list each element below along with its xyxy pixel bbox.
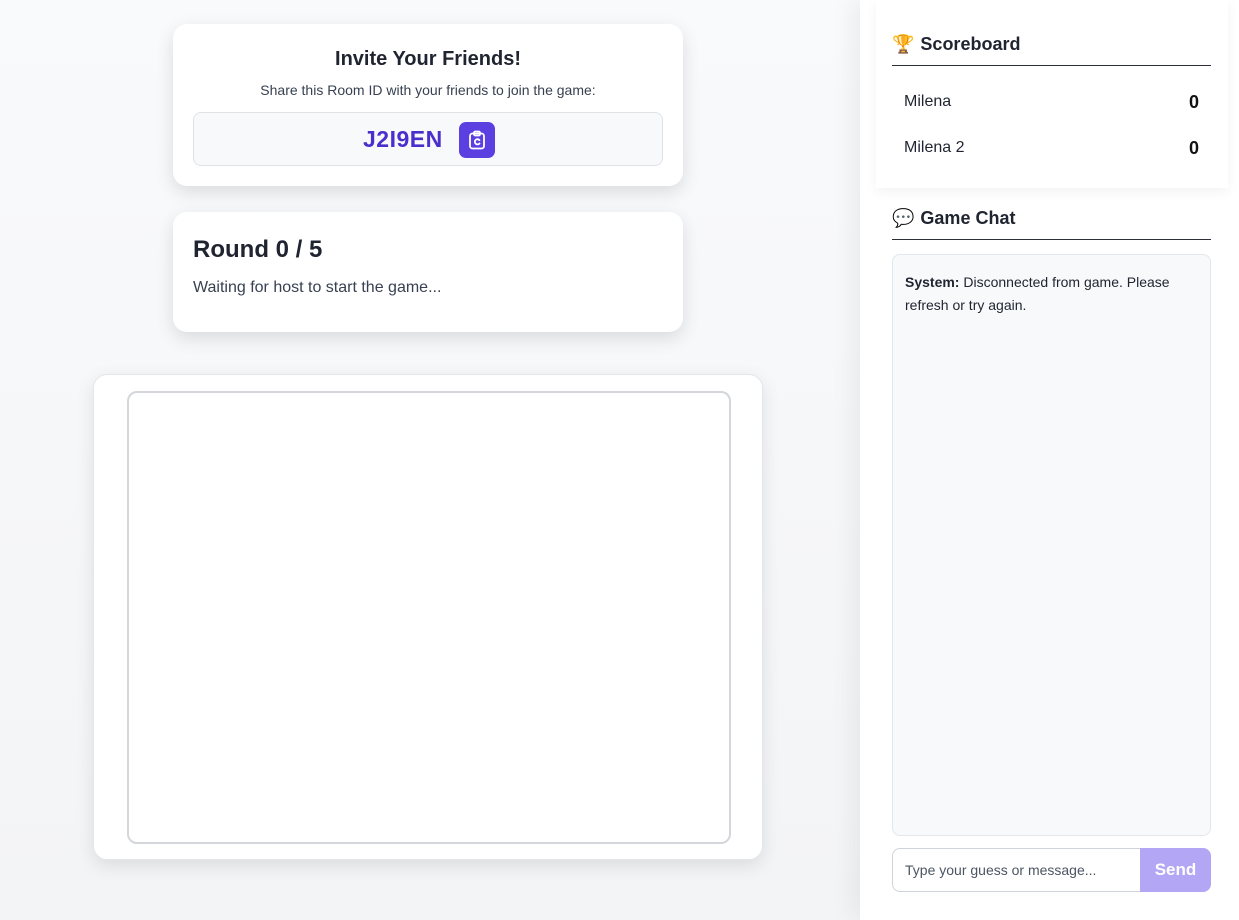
invite-card: Invite Your Friends! Share this Room ID … [173, 24, 683, 186]
chat-input[interactable] [892, 848, 1140, 892]
scoreboard-panel: 🏆 Scoreboard Milena 0 Milena 2 0 [876, 0, 1228, 188]
player-name: Milena [904, 93, 952, 110]
chat-message-sender: System: [905, 274, 960, 290]
invite-subtitle: Share this Room ID with your friends to … [260, 82, 596, 98]
score-row: Milena 2 0 [904, 136, 1199, 160]
invite-title: Invite Your Friends! [335, 48, 521, 70]
chat-title: Game Chat [920, 208, 1016, 228]
score-row: Milena 0 [904, 90, 1199, 114]
clipboard-icon [469, 130, 485, 150]
player-score: 0 [1188, 137, 1199, 158]
scoreboard-header: 🏆 Scoreboard [892, 34, 1211, 66]
chat-header: 💬 Game Chat [892, 208, 1211, 240]
send-button[interactable]: Send [1140, 848, 1211, 892]
player-score: 0 [1188, 91, 1199, 112]
scoreboard-title: Scoreboard [920, 34, 1021, 54]
speech-bubble-icon: 💬 [892, 208, 915, 228]
drawing-canvas[interactable] [127, 391, 731, 844]
round-status: Waiting for host to start the game... [193, 279, 442, 296]
player-name: Milena 2 [904, 139, 965, 156]
round-title: Round 0 / 5 [193, 236, 323, 263]
canvas-card [93, 374, 763, 860]
chat-messages[interactable]: System: Disconnected from game. Please r… [892, 254, 1211, 836]
round-card: Round 0 / 5 Waiting for host to start th… [173, 212, 683, 332]
sidebar: 🏆 Scoreboard Milena 0 Milena 2 0 💬 Game … [860, 0, 1239, 920]
copy-room-id-button[interactable] [459, 122, 495, 158]
room-id-box: J2I9EN [193, 112, 663, 166]
chat-input-bar: Send [892, 848, 1211, 892]
trophy-icon: 🏆 [892, 34, 915, 54]
chat-message: System: Disconnected from game. Please r… [905, 271, 1198, 317]
room-id: J2I9EN [363, 126, 443, 152]
